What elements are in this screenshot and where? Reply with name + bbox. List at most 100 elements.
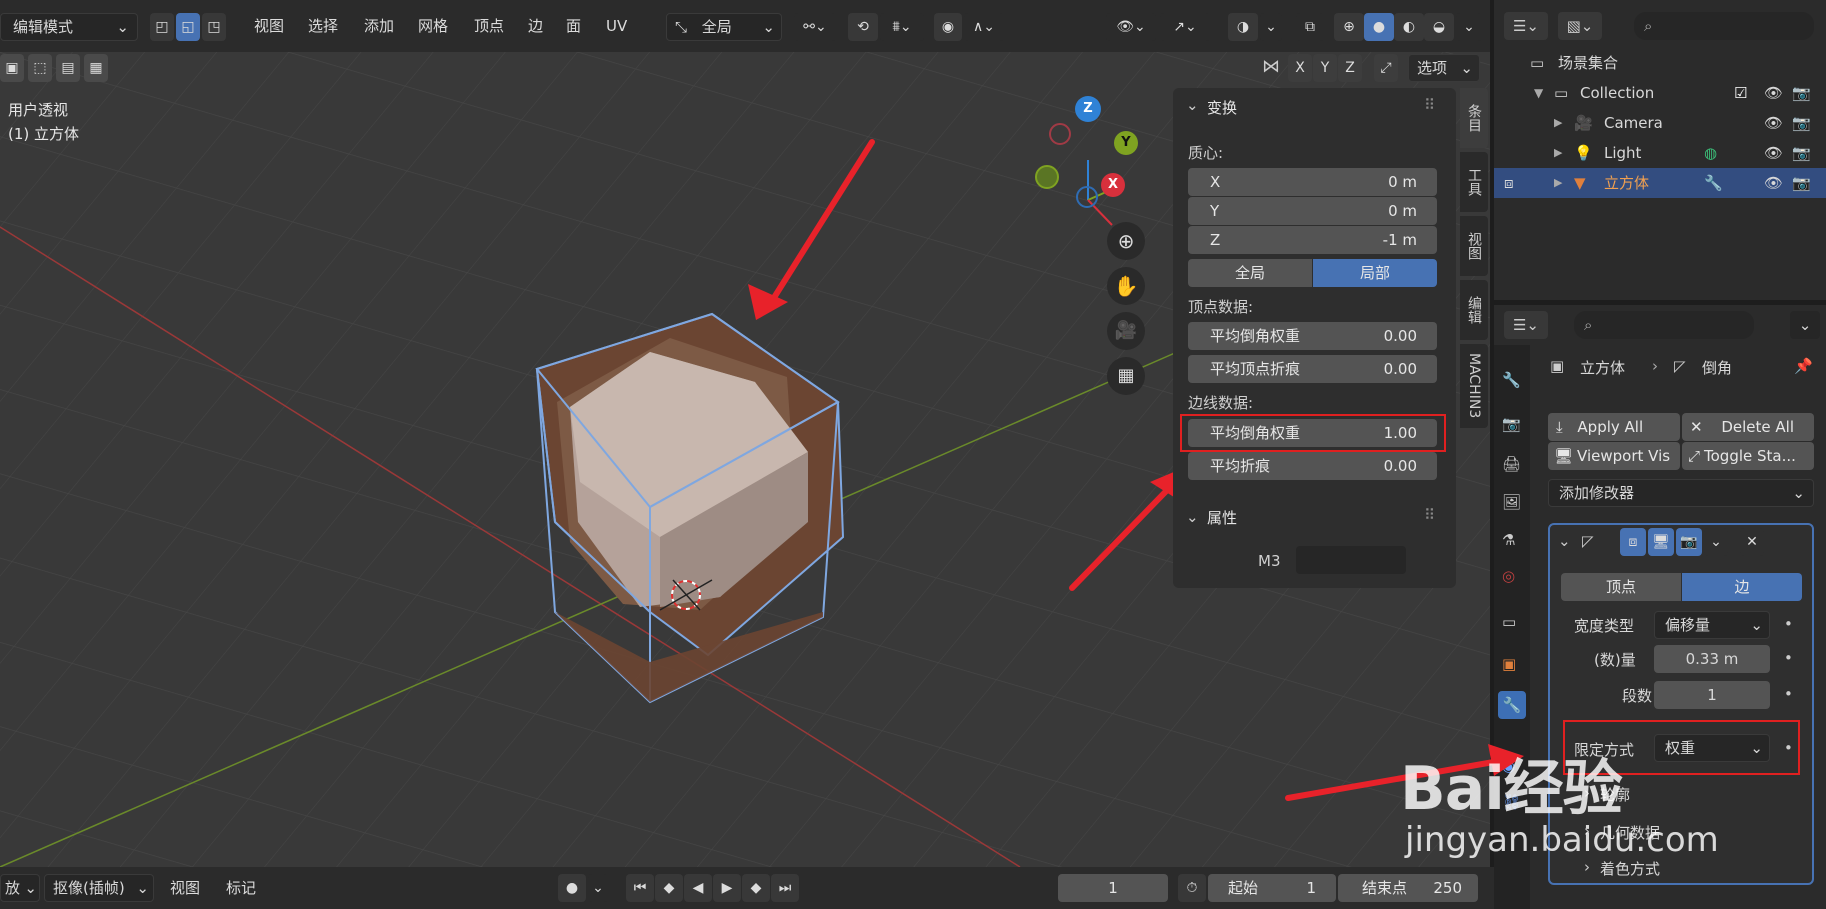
keying-dropdown[interactable]: 抠像(插帧) ⌄ [44, 874, 154, 902]
vertex-select-icon[interactable]: ◰ [150, 13, 174, 41]
chevron-down-icon[interactable]: ⌄ [1456, 13, 1482, 41]
attribute-m3-field[interactable] [1296, 546, 1406, 574]
tab-view[interactable]: 视图 [1460, 216, 1488, 276]
camera-render-icon[interactable]: 📷 [1792, 78, 1811, 108]
gizmo-x-icon[interactable]: X [1101, 173, 1125, 197]
list-item[interactable]: ▶ 💡 Light ◍ 👁 📷 [1494, 138, 1826, 168]
menu-vertex[interactable]: 顶点 [474, 14, 504, 38]
affect-edge-button[interactable]: 边 [1682, 573, 1802, 601]
visibility-icon[interactable]: 👁⌄ [1106, 13, 1156, 41]
collection-icon[interactable]: ▭ [1502, 613, 1516, 631]
material-shading-icon[interactable]: ◐ [1394, 13, 1424, 41]
properties-search-input[interactable]: ⌕ [1574, 311, 1754, 339]
chevron-down-icon[interactable]: ⌄ [1790, 311, 1820, 339]
chevron-right-icon[interactable]: ▶ [1554, 108, 1562, 138]
camera-view-icon[interactable]: 🎥 [1107, 312, 1145, 350]
menu-face[interactable]: 面 [566, 14, 581, 38]
wrench-icon[interactable]: 🔧 [1704, 168, 1723, 198]
auto-merge-icon[interactable]: ⤢ [1374, 54, 1398, 82]
space-global-button[interactable]: 全局 [1188, 259, 1312, 287]
axis-x-toggle[interactable]: X [1288, 54, 1312, 82]
tab-machin3[interactable]: MACHIN3 [1460, 344, 1488, 428]
snap-icon[interactable]: ⟲ [848, 13, 878, 41]
gizmo-z-icon[interactable]: Z [1075, 96, 1101, 122]
mirror-icon[interactable]: ⋈ [1262, 56, 1280, 77]
width-type-dropdown[interactable]: 偏移量 ⌄ [1654, 611, 1770, 639]
edit-mode-toggle-icon[interactable]: ⧈ [1620, 528, 1646, 556]
outliner-search-input[interactable]: ⌕ [1634, 12, 1814, 40]
zoom-icon[interactable]: ⊕ [1107, 222, 1145, 260]
view-layer-icon[interactable]: 🖼 [1502, 493, 1521, 511]
face-select-icon[interactable]: ◳ [202, 13, 226, 41]
solid-shading-icon[interactable]: ● [1364, 13, 1394, 41]
editor-type-icon[interactable]: ☰⌄ [1504, 12, 1548, 40]
chevron-down-icon[interactable]: ⌄ [588, 874, 608, 902]
toggle-stack-button[interactable]: ⤢ Toggle Sta... [1682, 442, 1814, 470]
checkbox-icon[interactable]: ☑ [1734, 78, 1747, 108]
current-frame-field[interactable]: 1 [1058, 874, 1168, 902]
render-icon[interactable]: 📷 [1502, 415, 1521, 433]
tool-icon[interactable]: 🔧 [1502, 371, 1521, 389]
output-icon[interactable]: 🖨 [1502, 455, 1521, 473]
edge-select-icon[interactable]: ◱ [176, 13, 200, 41]
close-icon[interactable]: ✕ [1740, 528, 1764, 556]
viewport-toggle-icon[interactable]: 🖥 [1648, 528, 1674, 556]
editor-type-icon[interactable]: ☰⌄ [1504, 311, 1548, 339]
axis-z-toggle[interactable]: Z [1338, 54, 1362, 82]
play-icon[interactable]: ▶ [713, 874, 741, 902]
menu-view[interactable]: 视图 [254, 14, 284, 38]
jump-end-icon[interactable]: ⏭ [771, 874, 799, 902]
mode-dropdown[interactable]: 编辑模式 ⌄ [0, 13, 138, 41]
camera-render-icon[interactable]: 📷 [1792, 108, 1811, 138]
menu-edge[interactable]: 边 [528, 14, 543, 38]
start-frame-field[interactable]: 起始 1 [1208, 874, 1336, 902]
tab-tool[interactable]: 工具 [1460, 152, 1488, 212]
eye-icon[interactable]: 👁 [1764, 78, 1783, 108]
display-mode-icon[interactable]: ▧⌄ [1558, 12, 1602, 40]
chevron-right-icon[interactable]: ▶ [1554, 168, 1562, 198]
keyframe-dot-icon[interactable]: • [1784, 615, 1793, 633]
centroid-x-field[interactable]: X 0 m [1188, 168, 1437, 196]
overlay-icon[interactable]: ◑ [1228, 13, 1258, 41]
edge-crease-field[interactable]: 平均折痕 0.00 [1188, 452, 1437, 480]
world-icon[interactable]: ◎ [1502, 567, 1515, 585]
drag-handle-icon[interactable]: ⠿ [1424, 96, 1435, 114]
keyframe-dot-icon[interactable]: • [1784, 685, 1793, 703]
list-item[interactable]: ▶ 🎥 Camera 👁 📷 [1494, 108, 1826, 138]
select-extend-icon[interactable]: ⬚ [28, 54, 52, 82]
axis-y-toggle[interactable]: Y [1313, 54, 1337, 82]
chevron-right-icon[interactable]: ▶ [1554, 138, 1562, 168]
falloff-icon[interactable]: ∧⌄ [964, 13, 1004, 41]
menu-mesh[interactable]: 网格 [418, 14, 448, 38]
chevron-down-icon[interactable]: ⌄ [1186, 508, 1199, 526]
edit-mode-icon[interactable]: ⧈ [1504, 168, 1514, 198]
light-data-icon[interactable]: ◍ [1704, 138, 1717, 168]
pan-hand-icon[interactable]: ✋ [1107, 267, 1145, 305]
list-item-selected[interactable]: ⧈ ▶ ▼ 立方体 🔧 👁 📷 [1494, 168, 1826, 198]
wireframe-shading-icon[interactable]: ⊕ [1334, 13, 1364, 41]
menu-view[interactable]: 视图 [170, 876, 200, 900]
amount-field[interactable]: 0.33 m [1654, 645, 1770, 673]
keyframe-dot-icon[interactable]: • [1784, 649, 1793, 667]
render-toggle-icon[interactable]: 📷 [1676, 528, 1702, 556]
tab-edit[interactable]: 编辑 [1460, 280, 1488, 340]
options-dropdown[interactable]: 选项 ⌄ [1408, 54, 1480, 82]
menu-uv[interactable]: UV [606, 14, 627, 38]
delete-all-button[interactable]: ✕ Delete All [1682, 413, 1814, 441]
chevron-down-icon[interactable]: ▼ [1534, 78, 1543, 108]
segments-field[interactable]: 1 [1654, 681, 1770, 709]
end-frame-field[interactable]: 结束点 250 [1338, 874, 1478, 902]
vertex-crease-field[interactable]: 平均顶点折痕 0.00 [1188, 355, 1437, 383]
chevron-down-icon[interactable]: ⌄ [1704, 528, 1728, 556]
next-keyframe-icon[interactable]: ◆ [742, 874, 770, 902]
gizmo-toggle-icon[interactable]: ↗⌄ [1160, 13, 1210, 41]
menu-add[interactable]: 添加 [364, 14, 394, 38]
scene-icon[interactable]: ⚗ [1502, 531, 1515, 549]
tab-item[interactable]: 条目 [1460, 88, 1488, 148]
camera-render-icon[interactable]: 📷 [1792, 138, 1811, 168]
camera-render-icon[interactable]: 📷 [1792, 168, 1811, 198]
list-item[interactable]: ▼ ▭ Collection ☑ 👁 📷 [1494, 78, 1826, 108]
chevron-down-icon[interactable]: ⌄ [1260, 13, 1282, 41]
eye-icon[interactable]: 👁 [1764, 138, 1783, 168]
centroid-z-field[interactable]: Z -1 m [1188, 226, 1437, 254]
